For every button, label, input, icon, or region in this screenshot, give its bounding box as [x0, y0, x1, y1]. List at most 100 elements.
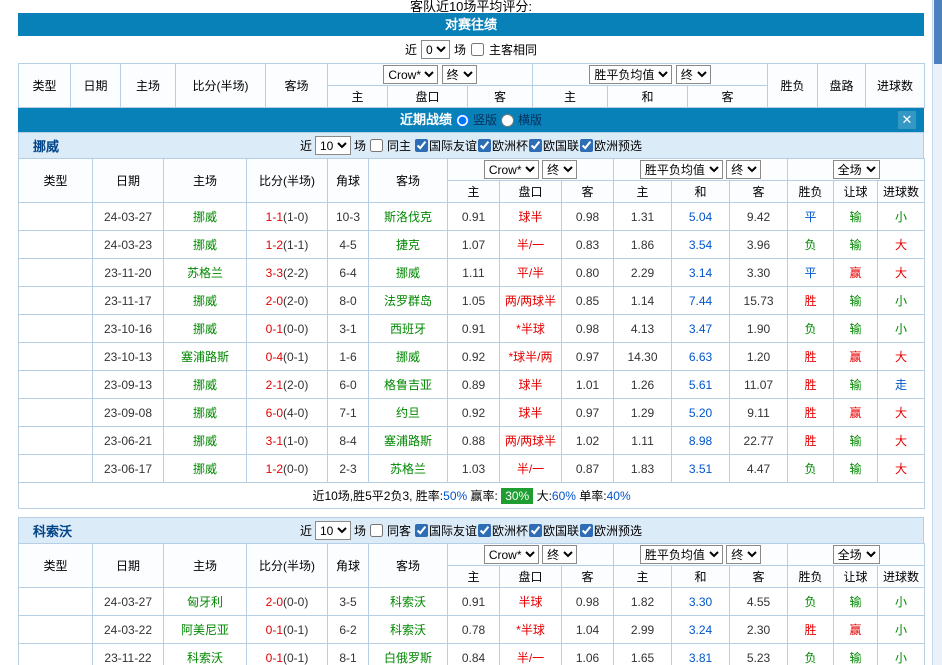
- same-home-away-checkbox[interactable]: [471, 43, 484, 56]
- odds-away: 1.04: [562, 616, 614, 644]
- away-team-link[interactable]: 挪威: [369, 343, 448, 371]
- home-team-link[interactable]: 塞浦路斯: [164, 343, 247, 371]
- horizontal-layout-radio[interactable]: [501, 114, 514, 127]
- h2h-count-select[interactable]: 0: [421, 40, 450, 59]
- match-type-badge[interactable]: 欧洲杯: [19, 343, 93, 371]
- odds-away: 1.02: [562, 427, 614, 455]
- avg-group-header: 胜平负均值 终: [533, 64, 768, 86]
- same-venue-checkbox[interactable]: [370, 524, 383, 537]
- home-team-link[interactable]: 挪威: [164, 231, 247, 259]
- away-team-link[interactable]: 白俄罗斯: [369, 644, 448, 665]
- odds-time-select[interactable]: 终: [542, 545, 577, 564]
- away-team-link[interactable]: 格鲁吉亚: [369, 371, 448, 399]
- competition-filter-checkbox[interactable]: [580, 524, 593, 537]
- home-team-link[interactable]: 挪威: [164, 455, 247, 483]
- avg-type-select[interactable]: 胜平负均值: [640, 160, 723, 179]
- away-team-link[interactable]: 捷克: [369, 231, 448, 259]
- competition-filter-checkbox[interactable]: [529, 139, 542, 152]
- home-team-link[interactable]: 科索沃: [164, 644, 247, 665]
- avg-time-select[interactable]: 终: [726, 160, 761, 179]
- odds-handicap: 半球: [500, 588, 562, 616]
- match-type-badge[interactable]: 欧洲杯: [19, 371, 93, 399]
- col-corner: 角球: [328, 159, 369, 203]
- odds-time-select[interactable]: 终: [542, 160, 577, 179]
- competition-filter-checkbox[interactable]: [580, 139, 593, 152]
- scope-select[interactable]: 全场: [833, 160, 880, 179]
- away-team-link[interactable]: 苏格兰: [369, 455, 448, 483]
- col-type: 类型: [19, 544, 93, 588]
- home-team-link[interactable]: 挪威: [164, 315, 247, 343]
- away-team-link[interactable]: 塞浦路斯: [369, 427, 448, 455]
- away-team-link[interactable]: 科索沃: [369, 616, 448, 644]
- section-filter-kosovo: 近 10 场 同客 国际友谊欧洲杯欧国联欧洲预选: [300, 521, 642, 540]
- same-venue-checkbox[interactable]: [370, 139, 383, 152]
- scope-select[interactable]: 全场: [833, 545, 880, 564]
- match-type-badge[interactable]: 国际友谊: [19, 616, 93, 644]
- home-team-link[interactable]: 挪威: [164, 399, 247, 427]
- home-team-link[interactable]: 阿美尼亚: [164, 616, 247, 644]
- match-type-badge[interactable]: 欧洲杯: [19, 315, 93, 343]
- match-type-badge[interactable]: 国际友谊: [19, 287, 93, 315]
- top-partial-text: 客队近10场平均评分:: [18, 0, 924, 13]
- col-avg-away: 客: [688, 86, 768, 108]
- close-icon[interactable]: ✕: [898, 111, 916, 129]
- away-team-link[interactable]: 科索沃: [369, 588, 448, 616]
- competition-filter-checkbox[interactable]: [529, 524, 542, 537]
- away-team-link[interactable]: 法罗群岛: [369, 287, 448, 315]
- col-type: 类型: [19, 64, 71, 108]
- home-team-link[interactable]: 挪威: [164, 427, 247, 455]
- match-type-badge[interactable]: 欧洲杯: [19, 455, 93, 483]
- avg-type-select[interactable]: 胜平负均值: [640, 545, 723, 564]
- match-type-badge[interactable]: 欧洲杯: [19, 427, 93, 455]
- avg-home: 1.14: [614, 287, 672, 315]
- avg-draw: 3.81: [672, 644, 730, 665]
- home-team-link[interactable]: 匈牙利: [164, 588, 247, 616]
- odds-company-select[interactable]: Crow*: [484, 545, 539, 564]
- recent-count-select[interactable]: 10: [315, 521, 351, 540]
- home-team-link[interactable]: 挪威: [164, 287, 247, 315]
- match-type-badge[interactable]: 国际友谊: [19, 203, 93, 231]
- avg-time-select[interactable]: 终: [676, 65, 711, 84]
- col-home: 主场: [121, 64, 176, 108]
- avg-away: 1.20: [730, 343, 788, 371]
- match-type-badge[interactable]: 国际友谊: [19, 231, 93, 259]
- away-team-link[interactable]: 斯洛伐克: [369, 203, 448, 231]
- scrollbar[interactable]: [932, 0, 942, 665]
- odds-time-select[interactable]: 终: [442, 65, 477, 84]
- home-team-link[interactable]: 苏格兰: [164, 259, 247, 287]
- scrollbar-thumb[interactable]: [934, 0, 942, 64]
- competition-filter-checkbox[interactable]: [478, 139, 491, 152]
- match-row: 欧洲杯23-11-22科索沃0-1(0-1)8-1白俄罗斯0.84半/一1.06…: [19, 644, 925, 665]
- match-type-badge[interactable]: 欧洲杯: [19, 644, 93, 665]
- match-type-badge[interactable]: 国际友谊: [19, 399, 93, 427]
- section-team-name: 科索沃: [33, 521, 72, 540]
- goals-flag: 小: [878, 588, 925, 616]
- avg-time-select[interactable]: 终: [726, 545, 761, 564]
- odds-company-select[interactable]: Crow*: [484, 160, 539, 179]
- match-type-badge[interactable]: 国际友谊: [19, 588, 93, 616]
- same-venue-label: 同主: [387, 137, 411, 154]
- away-team-link[interactable]: 挪威: [369, 259, 448, 287]
- col-odds-away: 客: [562, 566, 614, 588]
- away-team-link[interactable]: 西班牙: [369, 315, 448, 343]
- odds-company-select[interactable]: Crow*: [383, 65, 438, 84]
- match-row: 欧洲杯23-09-13挪威2-1(2-0)6-0格鲁吉亚0.89球半1.011.…: [19, 371, 925, 399]
- odds-group-header: Crow* 终: [448, 544, 614, 566]
- recent-table-kosovo: 类型 日期 主场 比分(半场) 角球 客场 Crow* 终 胜平负均值 终 全场: [18, 543, 925, 665]
- avg-draw: 7.44: [672, 287, 730, 315]
- avg-draw: 3.51: [672, 455, 730, 483]
- home-team-link[interactable]: 挪威: [164, 203, 247, 231]
- recent-count-select[interactable]: 10: [315, 136, 351, 155]
- match-type-badge[interactable]: 欧洲杯: [19, 259, 93, 287]
- competition-filter-checkbox[interactable]: [415, 139, 428, 152]
- avg-type-select[interactable]: 胜平负均值: [589, 65, 672, 84]
- vertical-layout-radio[interactable]: [456, 114, 469, 127]
- avg-away: 5.23: [730, 644, 788, 665]
- home-team-link[interactable]: 挪威: [164, 371, 247, 399]
- away-team-link[interactable]: 约旦: [369, 399, 448, 427]
- handicap-flag: 输: [834, 287, 878, 315]
- competition-filter-label: 欧国联: [543, 522, 579, 539]
- col-trend: 盘路: [818, 64, 866, 108]
- competition-filter-checkbox[interactable]: [478, 524, 491, 537]
- competition-filter-checkbox[interactable]: [415, 524, 428, 537]
